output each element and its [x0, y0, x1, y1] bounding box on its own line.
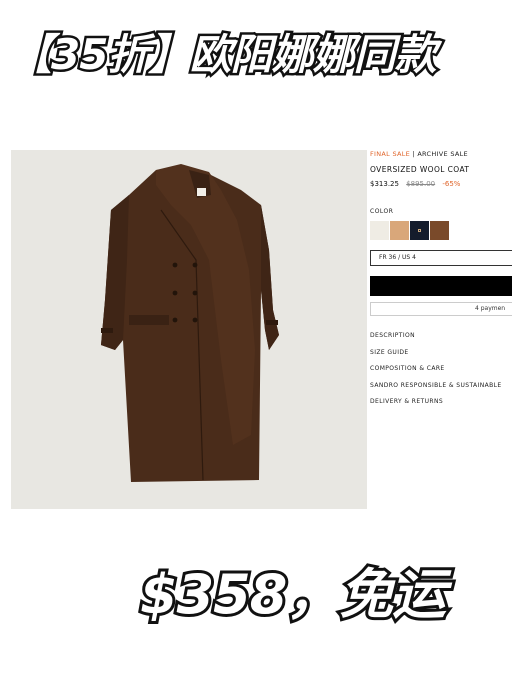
coat-image: [11, 150, 367, 509]
link-delivery-returns[interactable]: DELIVERY & RETURNS: [370, 394, 512, 410]
product-info-panel: FINAL SALE | ARCHIVE SALE OVERSIZED WOOL…: [370, 150, 512, 410]
original-price: $895.00: [406, 180, 436, 188]
swatch-brown[interactable]: [430, 221, 449, 240]
swatch-navy[interactable]: [410, 221, 429, 240]
link-composition-care[interactable]: COMPOSITION & CARE: [370, 361, 512, 378]
product-title: OVERSIZED WOOL COAT: [370, 165, 470, 174]
add-to-bag-button[interactable]: [370, 276, 512, 296]
color-swatches: [370, 221, 512, 240]
current-price: $313.25: [370, 180, 399, 188]
color-label: COLOR: [370, 208, 394, 215]
sale-tags: FINAL SALE | ARCHIVE SALE: [370, 150, 512, 158]
price-row: $313.25 $895.00 -65%: [370, 180, 512, 188]
info-links: DESCRIPTION SIZE GUIDE COMPOSITION & CAR…: [370, 328, 512, 410]
swatch-cream[interactable]: [370, 221, 389, 240]
discount-badge: -65%: [442, 180, 461, 188]
swatch-camel[interactable]: [390, 221, 409, 240]
link-responsible[interactable]: SANDRO RESPONSIBLE & SUSTAINABLE: [370, 378, 512, 395]
installment-payments[interactable]: 4 paymen: [370, 302, 512, 316]
link-size-guide[interactable]: SIZE GUIDE: [370, 345, 512, 362]
price-banner: $358，免运: [137, 560, 449, 629]
size-select[interactable]: FR 36 / US 4: [370, 250, 512, 266]
final-sale-label: FINAL SALE: [370, 150, 411, 158]
archive-sale-label: ARCHIVE SALE: [417, 150, 468, 158]
promo-headline: 【35折】欧阳娜娜同款: [8, 28, 439, 82]
product-photo[interactable]: [11, 150, 367, 509]
link-description[interactable]: DESCRIPTION: [370, 328, 512, 345]
